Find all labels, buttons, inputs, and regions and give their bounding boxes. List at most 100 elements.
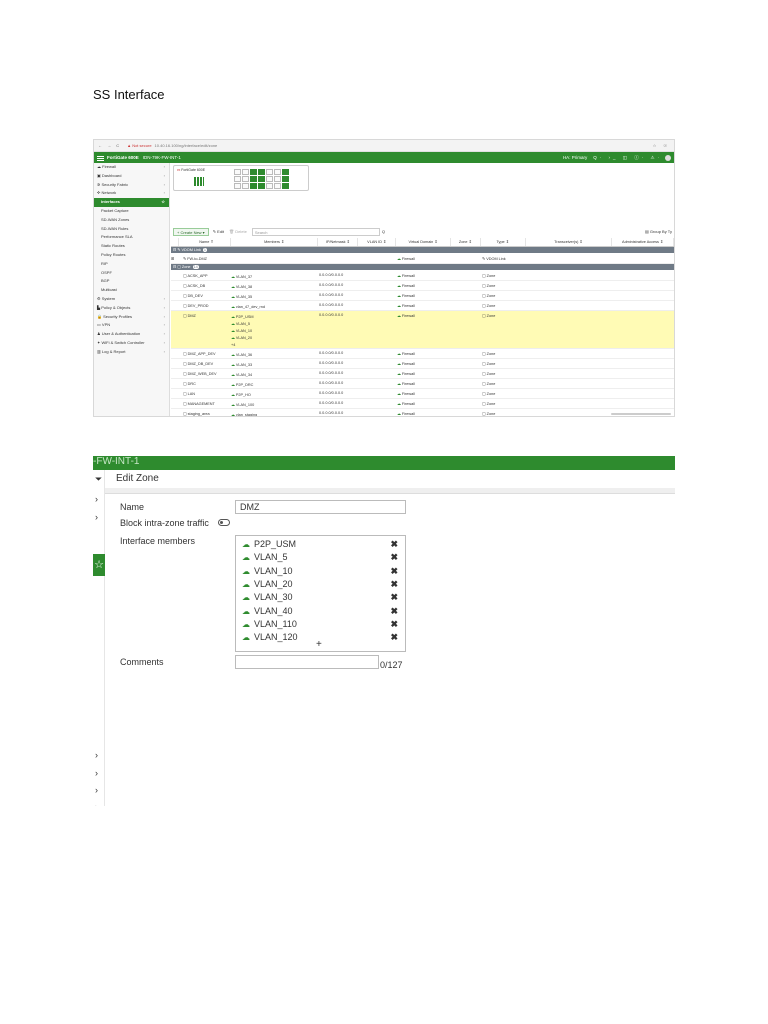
table-row[interactable]: ▢ DMZ_WEB_DEV ☁ VLAN_34 0.0.0.0/0.0.0.0 ☁ F… [171, 369, 674, 379]
column-header[interactable]: Members ⇕ [231, 238, 319, 246]
collapsed-sidebar: ⏷ › › › › › › ☆ [93, 470, 105, 806]
chevron-right-icon[interactable]: › [95, 768, 98, 778]
star-icon[interactable]: ☆ [93, 554, 105, 576]
table-row[interactable]: ▢ LAN ☁ P2P_HO 0.0.0.0/0.0.0.0 ☁ Firewall ▢ … [171, 389, 674, 399]
row-members: ☁ P2P_USM ☁ VLAN_5 ☁ VLAN_10 ☁ VLAN_20 +4 [231, 311, 319, 348]
sidebar-item-label: User & Authentication [101, 331, 141, 337]
table-row[interactable]: ▢ DEV_PROD ☁ vlan_47_dev_rnd 0.0.0.0/0.0.0… [171, 301, 674, 311]
sidebar-item[interactable]: SD-WAN Zones [94, 216, 169, 225]
chevron-right-icon[interactable]: ⏷ [95, 474, 102, 485]
column-header[interactable]: Name ⇑ [179, 238, 231, 246]
header-checkbox[interactable] [171, 238, 179, 246]
sidebar-item[interactable]: Static Routes [94, 242, 169, 251]
address-bar[interactable]: 10.40.16.100/ng/interface/edit/zone [155, 143, 218, 148]
interface-member-item[interactable]: ☁ VLAN_20 ✖ [242, 579, 402, 591]
table-row[interactable]: ▢ DRC ☁ P2P_DRC 0.0.0.0/0.0.0.0 ☁ Firewall ▢… [171, 379, 674, 389]
create-new-button[interactable]: + Create New ▾ [173, 227, 209, 236]
expand-icon[interactable]: ⊞ [171, 254, 179, 263]
comments-textarea[interactable] [235, 655, 379, 669]
column-header[interactable]: Administrative Access ⇕ [612, 238, 674, 246]
interface-member-item[interactable]: ☁ VLAN_120 ✖ [242, 632, 402, 644]
header-toolbar-icons[interactable]: Q· ›_ ◫ ⓘ· ⚠· [593, 155, 662, 161]
sidebar-item[interactable]: ♟ User & Authentication › [94, 330, 169, 339]
browser-right-icons[interactable]: ☆ ☉ [653, 143, 670, 148]
table-row[interactable]: ⊞ ✎ FW-to-DMZ ☁ Firewall ✎ VDOM Link [171, 254, 674, 264]
remove-member-icon[interactable]: ✖ [390, 606, 398, 617]
chevron-right-icon[interactable]: › [95, 750, 98, 760]
table-row[interactable]: ▢ ACSK_DB ☁ VLAN_38 0.0.0.0/0.0.0.0 ☁ Firew… [171, 281, 674, 291]
sidebar-item[interactable]: ✦ WiFi & Switch Controller › [94, 339, 169, 348]
interface-member-item[interactable]: ☁ VLAN_110 ✖ [242, 619, 402, 631]
table-row[interactable]: ▢ ACSK_APP ☁ VLAN_37 0.0.0.0/0.0.0.0 ☁ Fire… [171, 271, 674, 281]
column-header[interactable]: Type ⇕ [481, 238, 526, 246]
chevron-right-icon[interactable]: › [95, 785, 98, 795]
sidebar-item[interactable]: ▥ Log & Report › [94, 348, 169, 357]
row-type-text: Zone [486, 273, 496, 278]
search-input[interactable]: Search [251, 227, 380, 236]
ha-status[interactable]: HA: Primary [563, 155, 587, 160]
interface-members-list[interactable]: + ☁ P2P_USM ✖ ☁ VLAN_5 ✖ ☁ VLAN_10 ✖ ☁ VLAN_20 ✖ ☁ VL… [235, 535, 406, 652]
sidebar-item[interactable]: ☁ Firewall › [94, 163, 169, 172]
row-name-text: DMZ_DB_DEV [187, 361, 214, 366]
table-row[interactable]: ▢ DMZ ☁ P2P_USM ☁ VLAN_5 ☁ VLAN_10 ☁ VLAN_20… [171, 310, 674, 349]
delete-button[interactable]: 🗑 Delete [229, 229, 247, 234]
search-icon[interactable]: Q [382, 229, 385, 234]
sidebar-item[interactable]: Packet Capture [94, 207, 169, 216]
sidebar-item[interactable]: BGP [94, 277, 169, 286]
sidebar-item[interactable]: Interfaces ☆ [94, 198, 169, 207]
table-row[interactable]: ▢ DMZ_APP_DEV ☁ VLAN_36 0.0.0.0/0.0.0.0 ☁ F… [171, 349, 674, 359]
sidebar-item[interactable]: Multicast [94, 286, 169, 295]
column-header[interactable]: Virtual Domain ⇕ [396, 238, 451, 246]
column-header[interactable]: Transceiver(s) ⇕ [526, 238, 613, 246]
remove-member-icon[interactable]: ✖ [390, 579, 398, 590]
group-by-type-button[interactable]: ▤ Group By Ty [645, 229, 672, 234]
sidebar-item[interactable]: Performance SLA [94, 233, 169, 242]
block-intra-zone-toggle[interactable] [218, 519, 230, 526]
sidebar-item[interactable]: OSPF [94, 269, 169, 278]
sidebar-item[interactable]: RIP [94, 260, 169, 269]
column-header[interactable]: VLAN ID ⇕ [358, 238, 397, 246]
table-row[interactable]: ▢ DB_DEV ☁ VLAN_35 0.0.0.0/0.0.0.0 ☁ Firewa… [171, 291, 674, 301]
chevron-right-icon[interactable]: › [95, 494, 98, 504]
interface-member-item[interactable]: ☁ VLAN_30 ✖ [242, 592, 402, 604]
remove-member-icon[interactable]: ✖ [390, 592, 398, 603]
table-row[interactable]: ▢ MANAGEMENT ☁ VLAN_100 0.0.0.0/0.0.0.0 ☁ F… [171, 399, 674, 409]
interface-member-item[interactable]: ☁ VLAN_10 ✖ [242, 566, 402, 578]
interface-member-item[interactable]: ☁ P2P_USM ✖ [242, 539, 402, 551]
interface-member-item[interactable]: ☁ VLAN_40 ✖ [242, 606, 402, 618]
name-input[interactable] [235, 500, 406, 514]
sidebar-item[interactable]: Policy Routes [94, 251, 169, 260]
sidebar-item[interactable]: ▭ VPN › [94, 321, 169, 330]
sidebar-item[interactable]: ▙ Policy & Objects › [94, 304, 169, 313]
table-row[interactable]: ▢ staging_area ☁ vlan_staging 0.0.0.0/0.0.… [171, 409, 674, 417]
chevron-right-icon[interactable]: › [95, 512, 98, 522]
not-secure-badge[interactable]: ▲ Not secure [127, 143, 151, 148]
edit-button[interactable]: ✎ Edit [213, 229, 224, 234]
sidebar-item[interactable]: ✣ Network › [94, 189, 169, 198]
row-vdom-text: Firewall [401, 411, 415, 416]
browser-nav-buttons[interactable]: ← → C [98, 143, 121, 148]
row-vdom: ☁ Firewall [397, 349, 452, 358]
interface-member-item[interactable]: ☁ VLAN_5 ✖ [242, 552, 402, 564]
sidebar-item[interactable]: SD-WAN Rules [94, 225, 169, 234]
remove-member-icon[interactable]: ✖ [390, 552, 398, 563]
horizontal-scrollbar[interactable] [611, 413, 671, 415]
row-name: ▢ staging_area [179, 409, 231, 417]
user-avatar[interactable] [665, 154, 671, 161]
remove-member-icon[interactable]: ✖ [390, 632, 398, 643]
sidebar-item[interactable]: ▣ Dashboard › [94, 172, 169, 181]
sidebar-item[interactable]: ⚙ System › [94, 295, 169, 304]
remove-member-icon[interactable]: ✖ [390, 566, 398, 577]
column-header[interactable]: IP/Netmask ⇕ [318, 238, 359, 246]
remove-member-icon[interactable]: ✖ [390, 619, 398, 630]
group-vdom-link[interactable]: ⊟ ✎ VDOM Link 1 [171, 247, 674, 254]
table-row[interactable]: ▢ DMZ_DB_DEV ☁ VLAN_33 0.0.0.0/0.0.0.0 ☁ Fi… [171, 359, 674, 369]
chevron-right-icon[interactable]: › [95, 802, 98, 806]
sidebar-item[interactable]: 🔒 Security Profiles › [94, 313, 169, 322]
group-zone[interactable]: ⊟ ▢ Zone 14 [171, 263, 674, 271]
column-header[interactable]: Zone ⇕ [451, 238, 481, 246]
sidebar-item[interactable]: ✲ Security Fabric › [94, 181, 169, 190]
remove-member-icon[interactable]: ✖ [390, 539, 398, 550]
row-vdom-text: Firewall [401, 293, 415, 298]
row-type-text: Zone [486, 313, 496, 318]
